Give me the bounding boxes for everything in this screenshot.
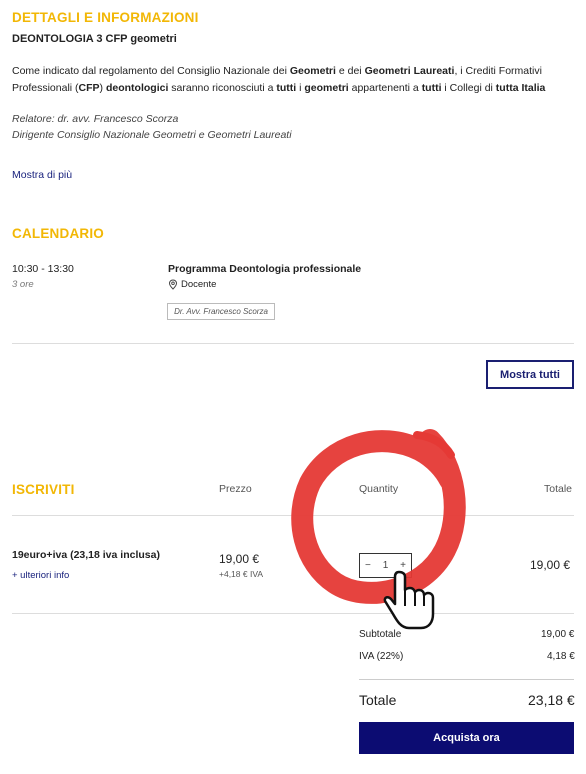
red-circle-annotation xyxy=(291,429,466,604)
session-time: 10:30 - 13:30 xyxy=(12,263,74,275)
grand-total-value: 23,18 € xyxy=(528,692,575,708)
divider xyxy=(359,679,574,680)
price-column-header: Prezzo xyxy=(219,483,252,495)
session-program: Programma Deontologia professionale xyxy=(168,263,362,275)
grand-total-label: Totale xyxy=(359,692,397,708)
show-all-button[interactable]: Mostra tutti xyxy=(486,360,574,389)
desc-text: e dei xyxy=(335,65,365,77)
ticket-vat: +4,18 € IVA xyxy=(219,569,264,579)
subtotal-value: 19,00 € xyxy=(541,629,575,640)
course-title: DEONTOLOGIA 3 CFP geometri xyxy=(12,33,177,45)
speaker-role-line: Dirigente Consiglio Nazionale Geometri e… xyxy=(12,129,292,141)
location-pin-icon xyxy=(168,279,178,290)
desc-text: Come indicato dal regolamento del Consig… xyxy=(12,65,290,77)
session-role: Docente xyxy=(181,279,217,290)
desc-text: i Collegi di xyxy=(441,82,496,94)
details-heading: DETTAGLI E INFORMAZIONI xyxy=(12,10,199,25)
speaker-tag: Dr. Avv. Francesco Scorza xyxy=(167,303,275,320)
divider xyxy=(12,343,574,344)
desc-text: saranno riconosciuti a xyxy=(168,82,277,94)
desc-text: appartenenti a xyxy=(348,82,422,94)
desc-bold: tutti xyxy=(421,82,442,94)
session-duration: 3 ore xyxy=(12,279,34,290)
ticket-name: 19euro+iva (23,18 iva inclusa) xyxy=(12,549,160,561)
desc-bold: deontologici xyxy=(105,82,169,94)
ticket-price: 19,00 € xyxy=(219,552,260,566)
total-column-header: Totale xyxy=(544,483,573,495)
vat-label: IVA (22%) xyxy=(359,651,404,662)
hand-cursor-icon xyxy=(383,570,435,630)
signup-heading: ISCRIVITI xyxy=(12,482,75,497)
desc-bold: CFP xyxy=(78,82,100,94)
desc-bold: Geometri Laureati xyxy=(364,65,455,77)
speaker-line: Relatore: dr. avv. Francesco Scorza xyxy=(12,113,179,125)
desc-bold: tutti xyxy=(276,82,297,94)
show-more-link[interactable]: Mostra di più xyxy=(12,169,72,181)
vat-value: 4,18 € xyxy=(547,651,575,662)
row-total: 19,00 € xyxy=(530,558,571,572)
desc-bold: Geometri xyxy=(289,65,336,77)
calendar-heading: CALENDARIO xyxy=(12,226,104,241)
desc-bold: geometri xyxy=(304,82,349,94)
buy-now-button[interactable]: Acquista ora xyxy=(359,722,574,754)
more-info-link[interactable]: + ulteriori info xyxy=(12,570,69,581)
session-location: Docente xyxy=(168,279,216,290)
divider xyxy=(12,613,574,614)
desc-bold: tutta Italia xyxy=(495,82,546,94)
course-description: Come indicato dal regolamento del Consig… xyxy=(12,63,577,97)
